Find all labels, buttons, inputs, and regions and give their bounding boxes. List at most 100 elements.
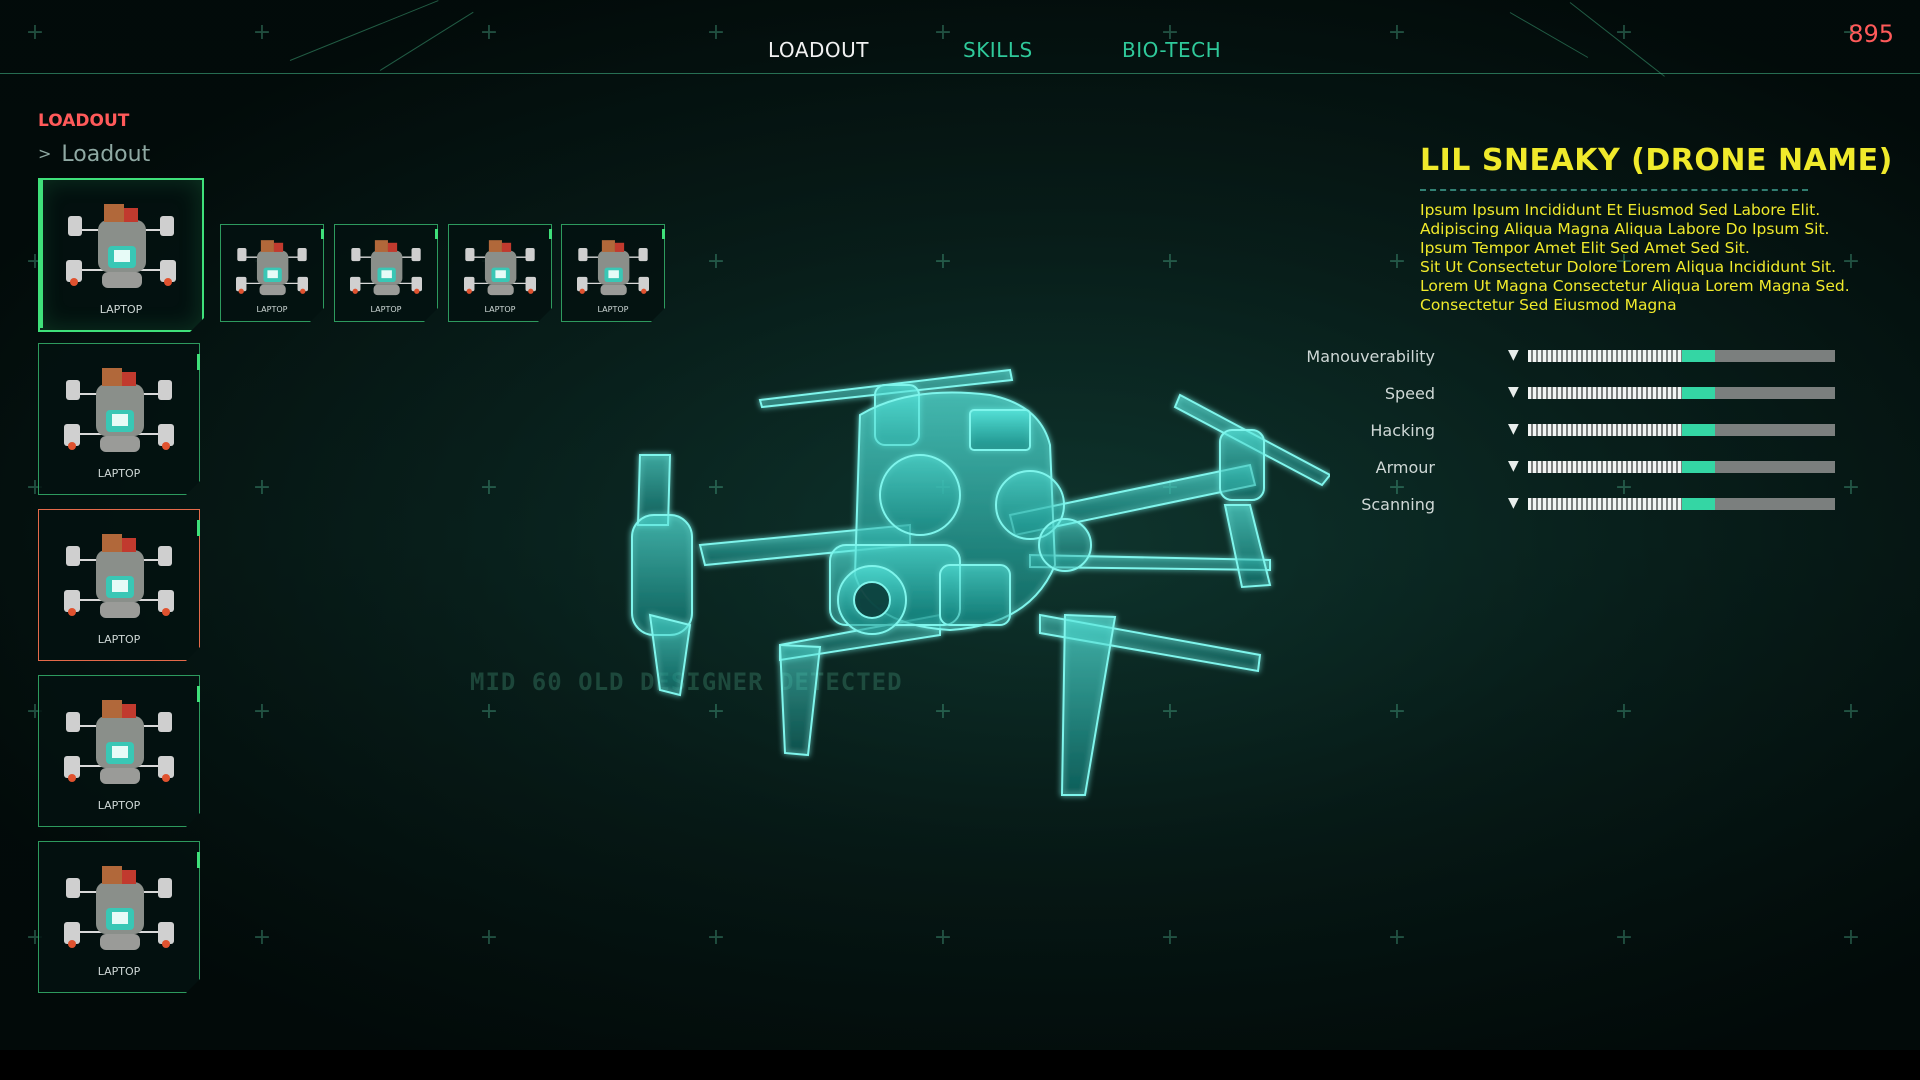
decor-line <box>379 11 474 71</box>
drone-title: LIL SNEAKY (DRONE NAME) <box>1420 143 1893 178</box>
stat-bar <box>1528 387 1835 399</box>
stat-label: Manouverability <box>1306 347 1435 366</box>
stat-fill <box>1528 387 1682 399</box>
stat-row-speed: Speed ▼ <box>1330 383 1840 405</box>
slot-label: LAPTOP <box>99 303 143 316</box>
slot-edge-marker <box>549 229 552 239</box>
loadout-slot-5[interactable]: LAPTOP <box>38 841 200 993</box>
grid-plus-marker: + <box>1614 925 1634 950</box>
dropdown-arrow-icon[interactable]: ▼ <box>1508 495 1519 511</box>
grid-plus-marker: + <box>706 249 726 274</box>
drone-icon <box>54 520 184 634</box>
breadcrumb-label: Loadout <box>61 142 151 167</box>
slot-edge-marker <box>197 354 200 370</box>
drone-icon <box>54 686 184 800</box>
decor-line <box>1569 2 1665 77</box>
slot-label: LAPTOP <box>97 965 141 978</box>
stat-boost <box>1681 387 1716 399</box>
grid-plus-marker: + <box>252 925 272 950</box>
option-card-4[interactable]: LAPTOP <box>561 224 665 322</box>
description-line: Ipsum Tempor Amet Elit Sed Amet Sed Sit. <box>1420 239 1750 257</box>
title-underline <box>1420 189 1808 191</box>
grid-plus-marker: + <box>479 925 499 950</box>
top-navigation-bar: LOADOUT SKILLS BIO-TECH 895 <box>0 0 1920 77</box>
slot-edge-marker <box>435 229 438 239</box>
dropdown-arrow-icon[interactable]: ▼ <box>1508 421 1519 437</box>
stat-label: Hacking <box>1370 421 1435 440</box>
slot-label: LAPTOP <box>97 633 141 646</box>
stat-fill <box>1528 498 1682 510</box>
slot-edge-marker <box>197 686 200 702</box>
breadcrumb: > Loadout <box>38 142 150 167</box>
stat-row-manouverability: Manouverability ▼ <box>1306 346 1840 368</box>
stat-label: Scanning <box>1361 495 1435 514</box>
loadout-slot-3[interactable]: LAPTOP <box>38 509 200 661</box>
description-line: Ipsum Ipsum Incididunt Et Eiusmod Sed La… <box>1420 201 1821 219</box>
slot-edge-marker <box>197 520 200 536</box>
grid-plus-marker: + <box>706 925 726 950</box>
stat-bar <box>1528 498 1835 510</box>
stat-boost <box>1681 350 1716 362</box>
tab-bio-tech[interactable]: BIO-TECH <box>1122 38 1221 62</box>
stat-row-scanning: Scanning ▼ <box>1330 494 1840 516</box>
slot-label: LAPTOP <box>97 467 141 480</box>
description-line: Adipiscing Aliqua Magna Aliqua Labore Do… <box>1420 220 1830 238</box>
loadout-slot-1[interactable]: LAPTOP <box>38 178 204 332</box>
description-line: Sit Ut Consectetur Dolore Lorem Aliqua I… <box>1420 258 1837 276</box>
bottom-bar <box>0 1050 1920 1080</box>
stat-bar <box>1528 424 1835 436</box>
description-line: Lorem Ut Magna Consectetur Aliqua Lorem … <box>1420 277 1850 295</box>
tab-skills[interactable]: SKILLS <box>963 38 1033 62</box>
grid-plus-marker: + <box>1841 699 1861 724</box>
drone-hologram <box>610 355 1332 819</box>
section-title: LOADOUT <box>38 111 130 131</box>
grid-plus-marker: + <box>1387 925 1407 950</box>
stat-label: Speed <box>1384 384 1435 403</box>
drone-icon <box>229 231 315 307</box>
stat-boost <box>1681 498 1716 510</box>
grid-plus-marker: + <box>1614 699 1634 724</box>
grid-plus-marker: + <box>252 475 272 500</box>
stat-fill <box>1528 350 1682 362</box>
drone-icon <box>56 190 186 304</box>
stat-label: Armour <box>1375 458 1435 477</box>
dropdown-arrow-icon[interactable]: ▼ <box>1508 384 1519 400</box>
grid-plus-marker: + <box>1160 925 1180 950</box>
stat-fill <box>1528 461 1682 473</box>
grid-plus-marker: + <box>1387 699 1407 724</box>
grid-plus-marker: + <box>1841 475 1861 500</box>
option-label: LAPTOP <box>256 305 288 314</box>
slot-edge-marker <box>197 852 200 868</box>
option-card-2[interactable]: LAPTOP <box>334 224 438 322</box>
drone-icon <box>343 231 429 307</box>
stat-row-armour: Armour ▼ <box>1330 457 1840 479</box>
option-label: LAPTOP <box>370 305 402 314</box>
loadout-slot-2[interactable]: LAPTOP <box>38 343 200 495</box>
stat-boost <box>1681 424 1716 436</box>
dropdown-arrow-icon[interactable]: ▼ <box>1508 347 1519 363</box>
grid-plus-marker: + <box>479 699 499 724</box>
grid-plus-marker: + <box>1841 925 1861 950</box>
decor-line <box>289 0 439 61</box>
slot-edge-marker <box>321 229 324 239</box>
decor-line <box>1509 12 1589 58</box>
slot-label: LAPTOP <box>97 799 141 812</box>
option-label: LAPTOP <box>597 305 629 314</box>
drone-description: Ipsum Ipsum Incididunt Et Eiusmod Sed La… <box>1420 201 1900 315</box>
option-card-1[interactable]: LAPTOP <box>220 224 324 322</box>
drone-icon <box>54 852 184 966</box>
grid-plus-marker: + <box>933 925 953 950</box>
grid-plus-marker: + <box>252 699 272 724</box>
tab-loadout[interactable]: LOADOUT <box>768 38 869 62</box>
option-card-3[interactable]: LAPTOP <box>448 224 552 322</box>
stat-row-hacking: Hacking ▼ <box>1330 420 1840 442</box>
drone-icon <box>570 231 656 307</box>
slot-edge-marker <box>662 229 665 239</box>
description-line: Consectetur Sed Eiusmod Magna <box>1420 296 1677 314</box>
dropdown-arrow-icon[interactable]: ▼ <box>1508 458 1519 474</box>
option-label: LAPTOP <box>484 305 516 314</box>
grid-plus-marker: + <box>1387 249 1407 274</box>
stat-boost <box>1681 461 1716 473</box>
loadout-slot-4[interactable]: LAPTOP <box>38 675 200 827</box>
drone-icon <box>54 354 184 468</box>
